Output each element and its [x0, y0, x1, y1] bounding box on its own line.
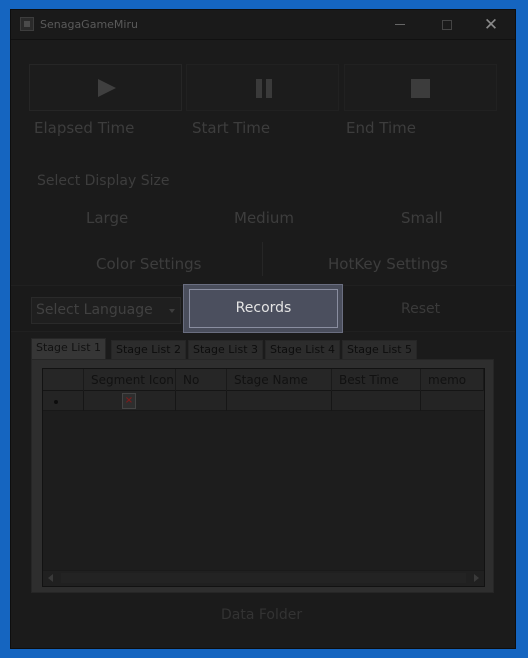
chevron-down-icon: [169, 309, 175, 313]
pause-icon: [254, 79, 274, 98]
maximize-button[interactable]: [429, 14, 465, 36]
language-select-value: Select Language: [36, 302, 153, 318]
minimize-icon: [395, 24, 405, 25]
pause-button[interactable]: [186, 64, 339, 111]
tab-stage-list-5[interactable]: Stage List 5: [342, 340, 418, 359]
tab-stage-list-2[interactable]: Stage List 2: [111, 340, 187, 359]
minimize-button[interactable]: [382, 14, 418, 36]
column-segment-icon[interactable]: Segment Icon: [84, 369, 176, 391]
stop-icon: [411, 79, 430, 98]
records-button-label: Records: [189, 289, 338, 328]
title-bar: SenagaGameMiru ✕: [11, 10, 515, 40]
new-row-marker-icon: [54, 400, 58, 404]
row-header-cell[interactable]: [43, 391, 84, 411]
display-size-label: Select Display Size: [37, 173, 170, 189]
divider: [262, 242, 263, 276]
color-settings-button[interactable]: Color Settings: [96, 255, 201, 273]
data-folder-button[interactable]: Data Folder: [221, 607, 302, 623]
stop-button[interactable]: [344, 64, 497, 111]
no-cell[interactable]: [176, 391, 227, 411]
hotkey-settings-button[interactable]: HotKey Settings: [328, 255, 448, 273]
stage-name-cell[interactable]: [227, 391, 332, 411]
scroll-track[interactable]: [61, 573, 466, 583]
broken-image-icon: ×: [122, 393, 136, 409]
app-icon: [20, 17, 34, 31]
window-title: SenagaGameMiru: [40, 18, 138, 31]
column-stage-name[interactable]: Stage Name: [227, 369, 332, 391]
elapsed-time-label: Elapsed Time: [34, 119, 135, 137]
reset-button[interactable]: Reset: [401, 301, 440, 317]
end-time-label: End Time: [346, 119, 416, 137]
scroll-right-icon[interactable]: [474, 574, 479, 582]
tab-stage-list-1[interactable]: Stage List 1: [31, 338, 107, 360]
stage-grid[interactable]: Segment Icon No Stage Name Best Time mem…: [42, 368, 485, 587]
scroll-left-icon[interactable]: [48, 574, 53, 582]
row-header-column: [43, 369, 84, 391]
column-no[interactable]: No: [176, 369, 227, 391]
table-row[interactable]: ×: [43, 391, 484, 411]
language-select[interactable]: Select Language: [31, 297, 181, 324]
start-time-label: Start Time: [192, 119, 271, 137]
size-large-option[interactable]: Large: [86, 209, 128, 227]
tab-stage-list-4[interactable]: Stage List 4: [265, 340, 341, 359]
maximize-icon: [442, 20, 452, 30]
segment-icon-cell[interactable]: ×: [84, 391, 176, 411]
play-button[interactable]: [29, 64, 182, 111]
tab-stage-list-3[interactable]: Stage List 3: [188, 340, 264, 359]
column-best-time[interactable]: Best Time: [332, 369, 421, 391]
column-memo[interactable]: memo: [421, 369, 484, 391]
grid-header: Segment Icon No Stage Name Best Time mem…: [43, 369, 484, 391]
close-button[interactable]: ✕: [473, 14, 509, 36]
horizontal-scrollbar[interactable]: [43, 570, 484, 586]
size-medium-option[interactable]: Medium: [234, 209, 294, 227]
best-time-cell[interactable]: [332, 391, 421, 411]
memo-cell[interactable]: [421, 391, 484, 411]
app-window: SenagaGameMiru ✕ Elapsed Time Start Time…: [10, 9, 516, 649]
size-small-option[interactable]: Small: [401, 209, 443, 227]
tab-panel: Segment Icon No Stage Name Best Time mem…: [31, 359, 494, 593]
records-button[interactable]: Records: [183, 284, 343, 333]
play-icon: [98, 79, 116, 97]
